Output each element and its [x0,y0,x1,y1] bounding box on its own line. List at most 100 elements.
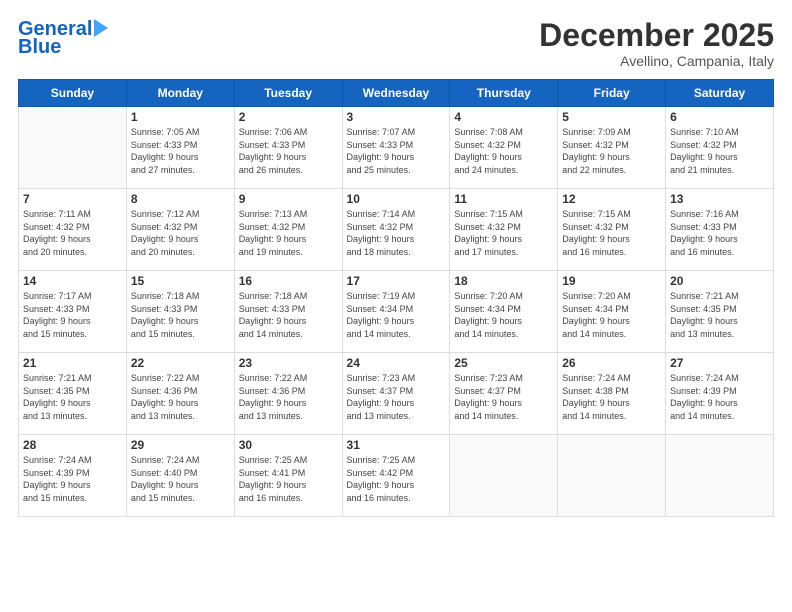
day-info: Sunrise: 7:24 AM Sunset: 4:39 PM Dayligh… [670,372,769,422]
calendar-cell: 19Sunrise: 7:20 AM Sunset: 4:34 PM Dayli… [558,271,666,353]
calendar-week-row: 7Sunrise: 7:11 AM Sunset: 4:32 PM Daylig… [19,189,774,271]
calendar-cell [666,435,774,517]
day-number: 31 [347,438,446,452]
weekday-header-monday: Monday [126,80,234,107]
calendar-week-row: 14 Sunrise: 7:17 AM Sunset: 4:33 PM Dayli… [19,271,774,353]
day-number: 20 [670,274,769,288]
day-info: Sunrise: 7:13 AM Sunset: 4:32 PM Dayligh… [239,208,338,258]
day-info: Sunrise: 7:15 AM Sunset: 4:32 PM Dayligh… [454,208,553,258]
day-info: Sunrise: 7:24 AM Sunset: 4:39 PM Dayligh… [23,454,122,504]
calendar-cell: 21Sunrise: 7:21 AM Sunset: 4:35 PM Dayli… [19,353,127,435]
day-info: Sunrise: 7:25 AM Sunset: 4:41 PM Dayligh… [239,454,338,504]
day-number: 4 [454,110,553,124]
calendar-cell: 30Sunrise: 7:25 AM Sunset: 4:41 PM Dayli… [234,435,342,517]
logo-blue: Blue [18,36,61,58]
day-info: Sunrise: 7:22 AM Sunset: 4:36 PM Dayligh… [239,372,338,422]
calendar-cell: 11 Sunrise: 7:15 AM Sunset: 4:32 PM Dayli… [450,189,558,271]
day-number: 23 [239,356,338,370]
day-number: 22 [131,356,230,370]
weekday-header-sunday: Sunday [19,80,127,107]
day-number: 29 [131,438,230,452]
day-number: 9 [239,192,338,206]
calendar-cell: 24 Sunrise: 7:23 AM Sunset: 4:37 PM Dayli… [342,353,450,435]
day-number: 15 [131,274,230,288]
day-number: 2 [239,110,338,124]
day-number: 11 [454,192,553,206]
calendar-cell: 9 Sunrise: 7:13 AM Sunset: 4:32 PM Daylig… [234,189,342,271]
calendar-cell: 5 Sunrise: 7:09 AM Sunset: 4:32 PM Daylig… [558,107,666,189]
calendar-cell: 14 Sunrise: 7:17 AM Sunset: 4:33 PM Dayli… [19,271,127,353]
weekday-header-saturday: Saturday [666,80,774,107]
calendar-cell: 20 Sunrise: 7:21 AM Sunset: 4:35 PM Dayli… [666,271,774,353]
day-number: 1 [131,110,230,124]
calendar-week-row: 21Sunrise: 7:21 AM Sunset: 4:35 PM Dayli… [19,353,774,435]
day-number: 13 [670,192,769,206]
calendar-cell: 3 Sunrise: 7:07 AM Sunset: 4:33 PM Daylig… [342,107,450,189]
day-number: 5 [562,110,661,124]
weekday-header-thursday: Thursday [450,80,558,107]
calendar-cell: 15Sunrise: 7:18 AM Sunset: 4:33 PM Dayli… [126,271,234,353]
day-info: Sunrise: 7:14 AM Sunset: 4:32 PM Dayligh… [347,208,446,258]
calendar-week-row: 1 Sunrise: 7:05 AM Sunset: 4:33 PM Daylig… [19,107,774,189]
weekday-header-friday: Friday [558,80,666,107]
title-block: December 2025 Avellino, Campania, Italy [539,18,774,69]
weekday-header-wednesday: Wednesday [342,80,450,107]
calendar-cell: 25 Sunrise: 7:23 AM Sunset: 4:37 PM Dayli… [450,353,558,435]
calendar-cell: 1 Sunrise: 7:05 AM Sunset: 4:33 PM Daylig… [126,107,234,189]
calendar-cell: 22 Sunrise: 7:22 AM Sunset: 4:36 PM Dayli… [126,353,234,435]
calendar-cell: 17 Sunrise: 7:19 AM Sunset: 4:34 PM Dayli… [342,271,450,353]
day-number: 17 [347,274,446,288]
day-info: Sunrise: 7:24 AM Sunset: 4:38 PM Dayligh… [562,372,661,422]
day-info: Sunrise: 7:21 AM Sunset: 4:35 PM Dayligh… [670,290,769,340]
calendar-table: SundayMondayTuesdayWednesdayThursdayFrid… [18,79,774,517]
day-number: 14 [23,274,122,288]
calendar-cell: 2Sunrise: 7:06 AM Sunset: 4:33 PM Daylig… [234,107,342,189]
calendar-subtitle: Avellino, Campania, Italy [539,53,774,69]
page: General Blue December 2025 Avellino, Cam… [0,0,792,612]
day-info: Sunrise: 7:19 AM Sunset: 4:34 PM Dayligh… [347,290,446,340]
day-info: Sunrise: 7:10 AM Sunset: 4:32 PM Dayligh… [670,126,769,176]
logo-arrow-icon [94,19,108,37]
day-info: Sunrise: 7:20 AM Sunset: 4:34 PM Dayligh… [454,290,553,340]
day-number: 6 [670,110,769,124]
day-info: Sunrise: 7:24 AM Sunset: 4:40 PM Dayligh… [131,454,230,504]
logo: General Blue [18,18,108,58]
day-info: Sunrise: 7:05 AM Sunset: 4:33 PM Dayligh… [131,126,230,176]
day-info: Sunrise: 7:15 AM Sunset: 4:32 PM Dayligh… [562,208,661,258]
calendar-cell: 31Sunrise: 7:25 AM Sunset: 4:42 PM Dayli… [342,435,450,517]
calendar-cell [19,107,127,189]
day-info: Sunrise: 7:23 AM Sunset: 4:37 PM Dayligh… [454,372,553,422]
calendar-cell: 27 Sunrise: 7:24 AM Sunset: 4:39 PM Dayli… [666,353,774,435]
day-number: 8 [131,192,230,206]
calendar-cell: 28Sunrise: 7:24 AM Sunset: 4:39 PM Dayli… [19,435,127,517]
day-number: 26 [562,356,661,370]
calendar-cell: 26 Sunrise: 7:24 AM Sunset: 4:38 PM Dayli… [558,353,666,435]
calendar-cell: 7Sunrise: 7:11 AM Sunset: 4:32 PM Daylig… [19,189,127,271]
day-number: 27 [670,356,769,370]
day-info: Sunrise: 7:23 AM Sunset: 4:37 PM Dayligh… [347,372,446,422]
header: General Blue December 2025 Avellino, Cam… [18,18,774,69]
day-number: 24 [347,356,446,370]
calendar-cell: 29 Sunrise: 7:24 AM Sunset: 4:40 PM Dayli… [126,435,234,517]
day-number: 10 [347,192,446,206]
calendar-cell: 18 Sunrise: 7:20 AM Sunset: 4:34 PM Dayli… [450,271,558,353]
calendar-cell [450,435,558,517]
day-info: Sunrise: 7:17 AM Sunset: 4:33 PM Dayligh… [23,290,122,340]
day-info: Sunrise: 7:22 AM Sunset: 4:36 PM Dayligh… [131,372,230,422]
calendar-cell: 12 Sunrise: 7:15 AM Sunset: 4:32 PM Dayli… [558,189,666,271]
calendar-week-row: 28Sunrise: 7:24 AM Sunset: 4:39 PM Dayli… [19,435,774,517]
day-number: 3 [347,110,446,124]
day-info: Sunrise: 7:07 AM Sunset: 4:33 PM Dayligh… [347,126,446,176]
day-info: Sunrise: 7:09 AM Sunset: 4:32 PM Dayligh… [562,126,661,176]
day-number: 21 [23,356,122,370]
day-number: 12 [562,192,661,206]
day-info: Sunrise: 7:16 AM Sunset: 4:33 PM Dayligh… [670,208,769,258]
weekday-header-tuesday: Tuesday [234,80,342,107]
day-number: 25 [454,356,553,370]
day-number: 18 [454,274,553,288]
calendar-cell: 23 Sunrise: 7:22 AM Sunset: 4:36 PM Dayli… [234,353,342,435]
day-number: 7 [23,192,122,206]
calendar-cell [558,435,666,517]
calendar-cell: 13 Sunrise: 7:16 AM Sunset: 4:33 PM Dayli… [666,189,774,271]
day-info: Sunrise: 7:12 AM Sunset: 4:32 PM Dayligh… [131,208,230,258]
